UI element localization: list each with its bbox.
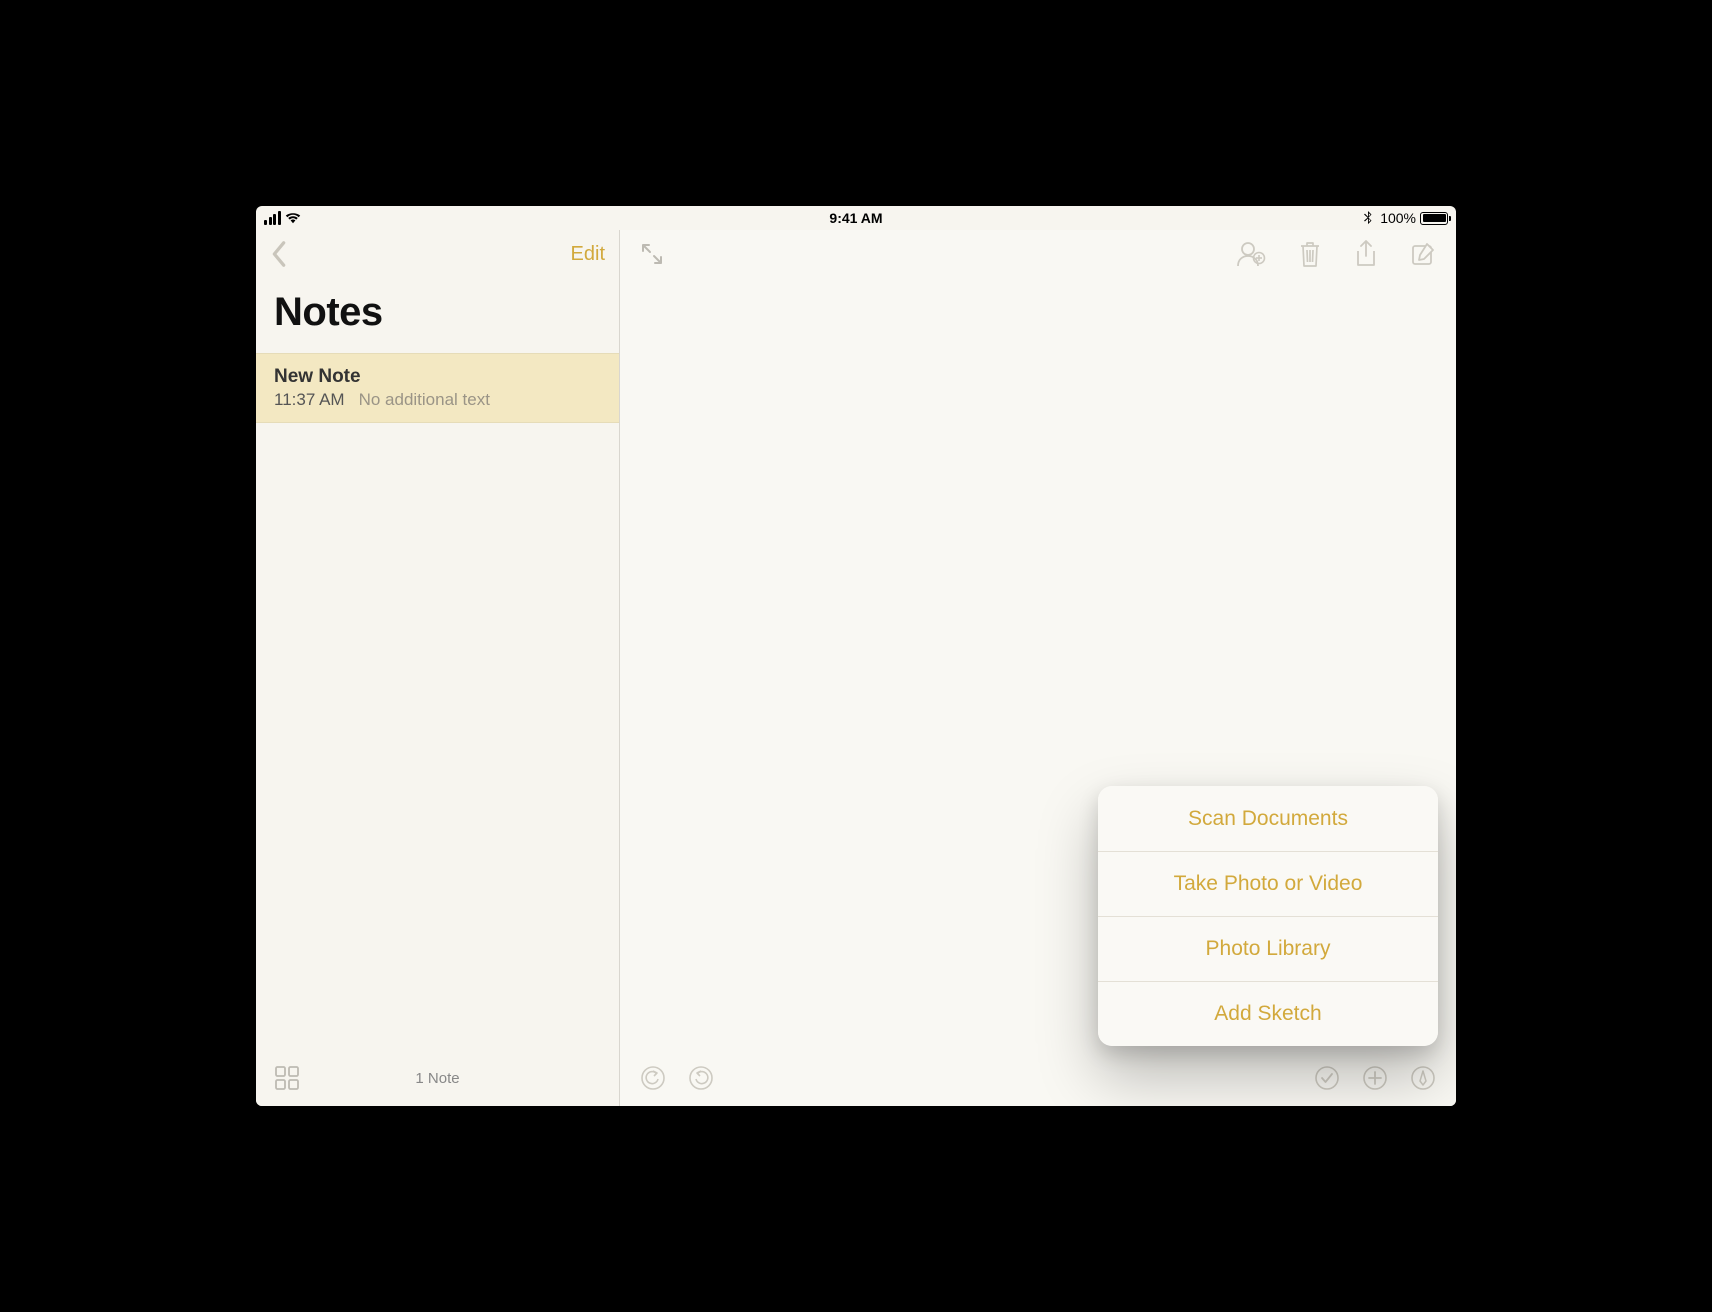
- note-item-title: New Note: [274, 366, 601, 388]
- battery-icon: [1420, 212, 1448, 225]
- sidebar-title: Notes: [256, 278, 619, 353]
- markup-button[interactable]: [1410, 1065, 1436, 1091]
- share-button[interactable]: [1354, 239, 1378, 269]
- add-people-button[interactable]: [1236, 241, 1266, 267]
- delete-button[interactable]: [1298, 240, 1322, 268]
- grid-icon: [274, 1065, 300, 1091]
- status-time: 9:41 AM: [829, 210, 882, 226]
- editor-toolbar: [620, 230, 1456, 278]
- checklist-button[interactable]: [1314, 1065, 1340, 1091]
- editor-footer: [620, 1050, 1456, 1106]
- wifi-icon: [285, 211, 301, 225]
- ipad-screen: 9:41 AM 100% Edit Notes New Note: [256, 206, 1456, 1106]
- popover-scan-documents[interactable]: Scan Documents: [1098, 786, 1438, 851]
- note-list-item[interactable]: New Note 11:37 AM No additional text: [256, 353, 619, 423]
- checkmark-circle-icon: [1314, 1065, 1340, 1091]
- main-split: Edit Notes New Note 11:37 AM No addition…: [256, 230, 1456, 1106]
- status-bar: 9:41 AM 100%: [256, 206, 1456, 230]
- add-attachment-button[interactable]: [1362, 1065, 1388, 1091]
- fullscreen-button[interactable]: [640, 242, 664, 266]
- undo-icon: [640, 1065, 666, 1091]
- note-item-time: 11:37 AM: [274, 390, 345, 410]
- battery-percentage: 100%: [1380, 210, 1416, 226]
- popover-take-photo-video[interactable]: Take Photo or Video: [1098, 851, 1438, 916]
- popover-add-sketch[interactable]: Add Sketch: [1098, 981, 1438, 1046]
- compose-icon: [1410, 241, 1436, 267]
- share-icon: [1354, 239, 1378, 269]
- redo-button[interactable]: [688, 1065, 714, 1091]
- back-button[interactable]: [270, 240, 288, 268]
- pen-circle-icon: [1410, 1065, 1436, 1091]
- sidebar: Edit Notes New Note 11:37 AM No addition…: [256, 230, 620, 1106]
- compose-button[interactable]: [1410, 241, 1436, 267]
- popover-photo-library[interactable]: Photo Library: [1098, 916, 1438, 981]
- expand-arrows-icon: [640, 242, 664, 266]
- note-editor: Scan Documents Take Photo or Video Photo…: [620, 230, 1456, 1106]
- edit-button[interactable]: Edit: [571, 243, 605, 266]
- note-item-snippet: No additional text: [359, 390, 490, 410]
- redo-icon: [688, 1065, 714, 1091]
- status-left: [264, 211, 301, 225]
- note-count-label: 1 Note: [415, 1070, 459, 1087]
- person-plus-icon: [1236, 241, 1266, 267]
- sidebar-navbar: Edit: [256, 230, 619, 278]
- bluetooth-icon: [1360, 211, 1376, 225]
- note-item-subtitle: 11:37 AM No additional text: [274, 390, 601, 410]
- plus-circle-icon: [1362, 1065, 1388, 1091]
- status-right: 100%: [1360, 210, 1448, 226]
- cellular-signal-icon: [264, 211, 281, 225]
- sidebar-footer: 1 Note: [256, 1050, 619, 1106]
- chevron-left-icon: [270, 240, 288, 268]
- attachment-popover: Scan Documents Take Photo or Video Photo…: [1098, 786, 1438, 1046]
- undo-button[interactable]: [640, 1065, 666, 1091]
- trash-icon: [1298, 240, 1322, 268]
- note-body[interactable]: Scan Documents Take Photo or Video Photo…: [620, 278, 1456, 1050]
- view-as-grid-button[interactable]: [274, 1065, 300, 1091]
